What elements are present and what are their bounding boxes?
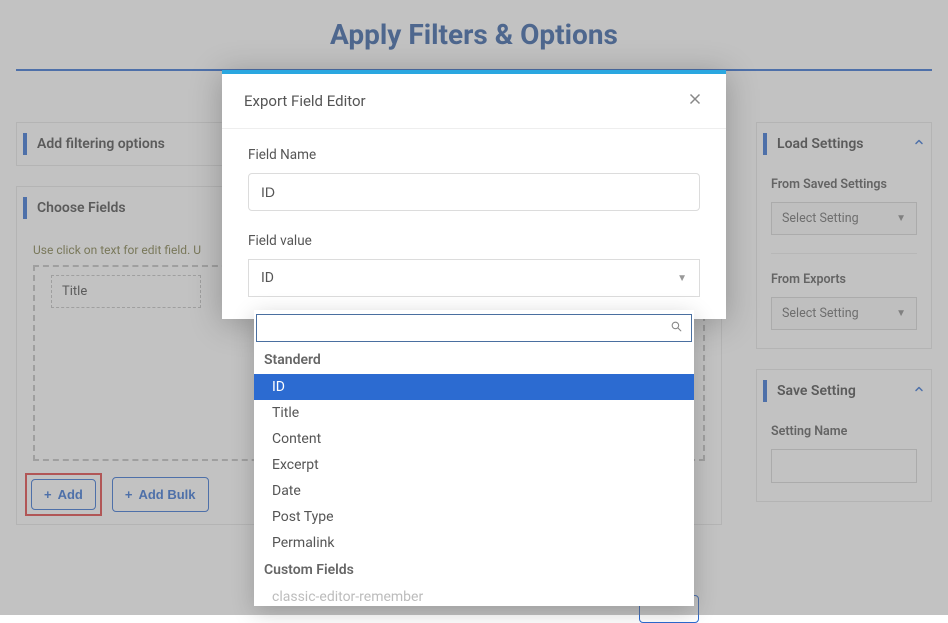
panel-title: Save Setting bbox=[777, 383, 913, 399]
dropdown-search-input[interactable] bbox=[265, 321, 670, 336]
caret-down-icon: ▼ bbox=[896, 213, 906, 224]
close-icon[interactable] bbox=[686, 90, 704, 112]
add-button[interactable]: + Add bbox=[31, 479, 96, 510]
field-chip-title[interactable]: Title bbox=[51, 275, 201, 308]
page-title: Apply Filters & Options bbox=[0, 0, 948, 69]
field-value-label: Field value bbox=[248, 233, 700, 249]
add-button-highlight: + Add bbox=[29, 477, 98, 512]
dropdown-item[interactable]: Permalink bbox=[254, 530, 694, 556]
chevron-up-icon bbox=[913, 383, 925, 399]
setting-name-label: Setting Name bbox=[771, 424, 917, 439]
field-name-input[interactable] bbox=[248, 173, 700, 211]
caret-down-icon: ▼ bbox=[677, 273, 687, 284]
panel-load-settings: Load Settings From Saved Settings Select… bbox=[756, 122, 932, 349]
accent-bar bbox=[23, 197, 27, 219]
add-bulk-button[interactable]: + Add Bulk bbox=[112, 477, 209, 512]
dropdown-item[interactable]: Title bbox=[254, 400, 694, 426]
divider bbox=[771, 253, 917, 254]
dropdown-group-header: Custom Fields bbox=[254, 556, 694, 584]
accent-bar bbox=[23, 133, 27, 155]
from-saved-select[interactable]: Select Setting ▼ bbox=[771, 202, 917, 235]
from-exports-select[interactable]: Select Setting ▼ bbox=[771, 297, 917, 330]
panel-header[interactable]: Save Setting bbox=[757, 370, 931, 412]
from-saved-label: From Saved Settings bbox=[771, 177, 917, 192]
dropdown-search[interactable] bbox=[256, 314, 692, 342]
dropdown-item[interactable]: classic-editor-remember bbox=[254, 584, 694, 606]
accent-bar bbox=[763, 380, 767, 402]
field-value-selected: ID bbox=[261, 270, 274, 286]
export-field-editor-modal: Export Field Editor Field Name Field val… bbox=[222, 70, 726, 319]
dropdown-item[interactable]: Post Type bbox=[254, 504, 694, 530]
from-saved-value: Select Setting bbox=[782, 211, 859, 226]
add-button-label: Add bbox=[58, 487, 83, 502]
from-exports-label: From Exports bbox=[771, 272, 917, 287]
dropdown-group-header: Standerd bbox=[254, 346, 694, 374]
accent-bar bbox=[763, 133, 767, 155]
field-value-select[interactable]: ID ▼ bbox=[248, 259, 700, 297]
plus-icon: + bbox=[125, 487, 133, 502]
caret-down-icon: ▼ bbox=[896, 308, 906, 319]
field-name-label: Field Name bbox=[248, 147, 700, 163]
panel-header[interactable]: Load Settings bbox=[757, 123, 931, 165]
dropdown-item[interactable]: ID bbox=[254, 374, 694, 400]
field-value-dropdown: StanderdIDTitleContentExcerptDatePost Ty… bbox=[254, 310, 694, 606]
panel-title: Load Settings bbox=[777, 136, 913, 152]
chevron-up-icon bbox=[913, 136, 925, 152]
modal-title: Export Field Editor bbox=[244, 92, 366, 110]
dropdown-item[interactable]: Content bbox=[254, 426, 694, 452]
search-icon bbox=[670, 320, 683, 337]
from-exports-value: Select Setting bbox=[782, 306, 859, 321]
setting-name-input[interactable] bbox=[771, 449, 917, 483]
dropdown-item[interactable]: Date bbox=[254, 478, 694, 504]
panel-save-setting: Save Setting Setting Name bbox=[756, 369, 932, 502]
dropdown-item[interactable]: Excerpt bbox=[254, 452, 694, 478]
add-bulk-button-label: Add Bulk bbox=[138, 487, 195, 502]
dropdown-list: StanderdIDTitleContentExcerptDatePost Ty… bbox=[254, 346, 694, 606]
plus-icon: + bbox=[44, 487, 52, 502]
